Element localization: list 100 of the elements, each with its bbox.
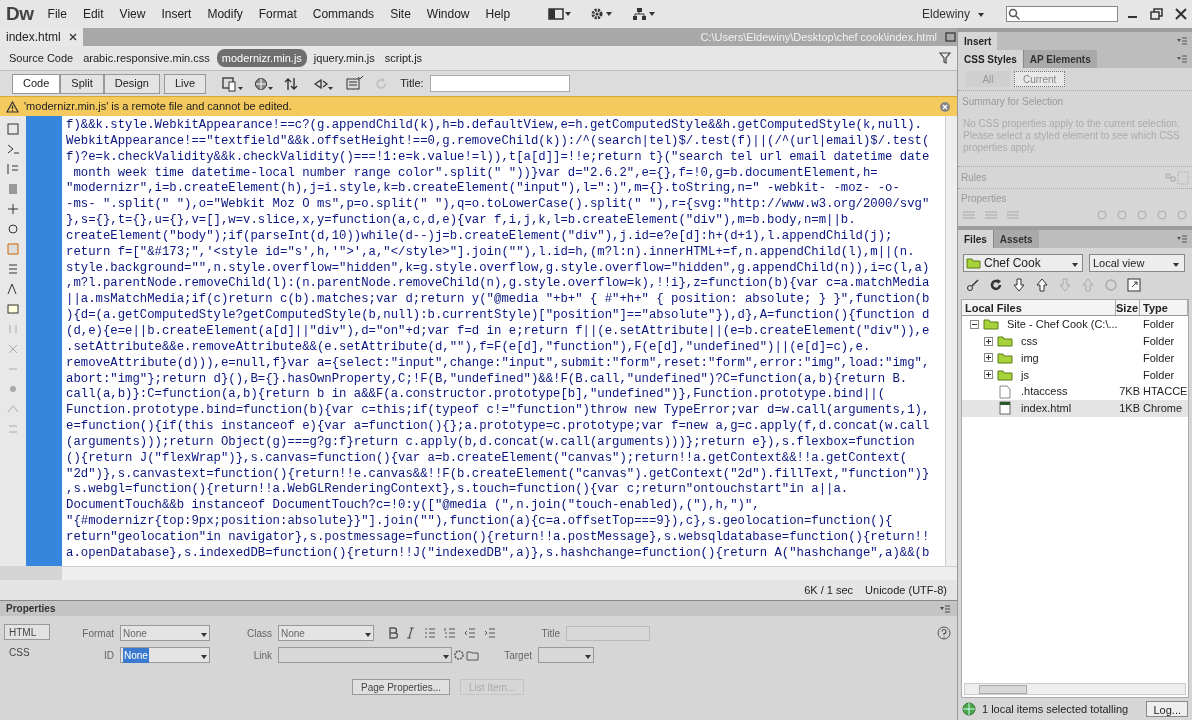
file-name[interactable]: css: [1021, 332, 1038, 350]
vertical-scrollbar[interactable]: [945, 116, 957, 566]
search-icon: [1007, 7, 1022, 21]
panel-menu-icon[interactable]: [939, 603, 951, 614]
panel-tab[interactable]: AP Elements: [1022, 50, 1097, 68]
menu-item[interactable]: View: [111, 5, 154, 23]
dropdown[interactable]: None: [120, 625, 210, 641]
panel-menu-icon[interactable]: [1176, 54, 1188, 64]
code-line: f)&&k.style.WebkitAppearance!==c?(g.appendChild(k),h=b.defaultView,e=h.getComputedStyle&&h.getComputedStyle(k,null).: [66, 118, 923, 134]
dropdown[interactable]: [538, 647, 594, 663]
file-type: Folder: [1142, 367, 1176, 383]
file-name[interactable]: js: [1021, 366, 1029, 384]
device-preview-icon[interactable]: [222, 75, 245, 92]
panel-title: Properties: [6, 602, 56, 616]
file-name[interactable]: img: [1021, 349, 1039, 367]
panel-tab[interactable]: Insert: [958, 32, 998, 50]
related-file-tab[interactable]: Source Code: [6, 49, 77, 67]
bold-icon[interactable]: [388, 627, 398, 639]
code-line: month week time datetime-local number range color".split(" "))}var d="2.6.2",e={},f=!0,g=b.documentElement,h=: [72, 165, 879, 182]
user-name[interactable]: Eldewiny: [922, 5, 971, 23]
panel-menu-icon[interactable]: [1176, 234, 1188, 244]
menu-item[interactable]: Insert: [153, 5, 200, 23]
horizontal-scrollbar[interactable]: [62, 566, 957, 580]
menu-item[interactable]: File: [39, 5, 75, 23]
horizontal-scrollbar[interactable]: [964, 683, 1186, 695]
checklist-icon[interactable]: [344, 75, 365, 92]
panel-menu-icon[interactable]: [1176, 36, 1188, 46]
bullet-list-icon[interactable]: [424, 627, 436, 639]
menu-item[interactable]: Site: [382, 5, 419, 23]
download-icon[interactable]: [1012, 278, 1026, 292]
panel-tab[interactable]: Assets: [992, 230, 1039, 248]
gear-icon[interactable]: [590, 7, 615, 21]
upload-icon[interactable]: [1035, 278, 1049, 292]
remove-icon[interactable]: [6, 342, 20, 356]
collapse-icon[interactable]: [970, 319, 979, 329]
menu-item[interactable]: Modify: [199, 5, 251, 23]
globe-icon[interactable]: [254, 75, 275, 92]
related-file-tab[interactable]: jquery.min.js: [310, 49, 378, 67]
view-button[interactable]: Design: [103, 73, 160, 94]
folder-icon[interactable]: [466, 648, 480, 662]
tab-label[interactable]: index.html: [6, 28, 61, 46]
dropdown[interactable]: None: [278, 625, 374, 641]
title-input[interactable]: [566, 625, 650, 641]
view-button[interactable]: Split: [60, 73, 104, 94]
circle-icon[interactable]: [6, 222, 20, 236]
section-heading: Rules: [961, 171, 987, 185]
menu-item[interactable]: Format: [250, 5, 305, 23]
panel-tab[interactable]: Files: [958, 230, 993, 248]
help-icon[interactable]: [937, 626, 951, 640]
column-header[interactable]: Local Files: [962, 300, 1116, 315]
menu-item[interactable]: Commands: [304, 5, 383, 23]
warning-message: 'modernizr.min.js' is a remote file and cannot be edited.: [24, 99, 292, 115]
check-in-icon[interactable]: [1058, 278, 1072, 292]
field-label: Title: [540, 626, 561, 641]
file-name[interactable]: index.html: [1021, 400, 1072, 417]
log-button[interactable]: Log...: [1146, 701, 1188, 717]
title-field[interactable]: [429, 75, 570, 92]
close-icon[interactable]: [68, 33, 77, 41]
block-icon[interactable]: [6, 182, 20, 196]
code-line: removeAttribute(d))),e=null,f}var a={select:"input",change:"input",submit:"form",reset:"form",error:"img",load:"img",: [66, 355, 931, 372]
sitemap-icon[interactable]: [632, 7, 657, 21]
highlight-icon[interactable]: [6, 242, 20, 256]
column-header[interactable]: Type: [1140, 300, 1188, 315]
outdent-icon[interactable]: [464, 627, 476, 639]
field-label: Format: [81, 626, 115, 641]
refresh-icon[interactable]: [989, 278, 1003, 292]
code-line: (arguments)));return Object(g)===g?g:f}return c.apply(b,d.concat(w.call(arguments)))};return e}),s.flexbox=function: [66, 434, 916, 451]
document-icon[interactable]: [6, 122, 20, 136]
view-dropdown[interactable]: Local view: [1089, 254, 1185, 272]
file-name[interactable]: Site - Chef Cook (C:\...: [1007, 316, 1118, 333]
related-file-tab[interactable]: arabic.responsive.min.css: [80, 49, 213, 67]
site-dropdown[interactable]: Chef Cook: [963, 254, 1083, 272]
menu-item[interactable]: Window: [418, 5, 478, 23]
restore-icon[interactable]: [945, 32, 957, 42]
file-name[interactable]: .htaccess: [1021, 383, 1068, 400]
dropdown[interactable]: None: [120, 647, 210, 663]
filter-icon[interactable]: [939, 52, 951, 64]
view-button[interactable]: Live: [163, 73, 207, 94]
view-button[interactable]: Code: [12, 73, 61, 94]
column-header[interactable]: Size: [1116, 300, 1140, 315]
panel-tab[interactable]: CSS Styles: [958, 50, 1023, 68]
point-to-file-icon[interactable]: [452, 648, 466, 662]
related-file-tab[interactable]: script.js: [381, 49, 426, 67]
search-field[interactable]: [1006, 6, 1119, 22]
comment-icon[interactable]: [6, 302, 20, 316]
menu-item[interactable]: Help: [477, 5, 519, 23]
numbered-list-icon[interactable]: [444, 627, 456, 639]
code-line: e=function(){if(this instanceof e){var a=function(){};a.prototype=c.prototype;var f=new a,g=c.apply(f,d.concat(w.call: [66, 419, 931, 435]
panel-button[interactable]: Page Properties...: [352, 679, 451, 695]
mode-button[interactable]: HTML: [4, 624, 50, 640]
dropdown[interactable]: [278, 647, 452, 663]
connect-icon[interactable]: [966, 278, 980, 292]
layout-icon[interactable]: [548, 7, 573, 21]
menu-item[interactable]: Edit: [74, 5, 112, 23]
lines-icon[interactable]: [6, 262, 20, 276]
related-file-tab[interactable]: modernizr.min.js: [216, 48, 307, 68]
mode-button[interactable]: CSS: [4, 644, 50, 660]
check-out-icon[interactable]: [1081, 278, 1095, 292]
italic-icon[interactable]: [406, 627, 416, 639]
outline-icon[interactable]: [6, 162, 20, 176]
